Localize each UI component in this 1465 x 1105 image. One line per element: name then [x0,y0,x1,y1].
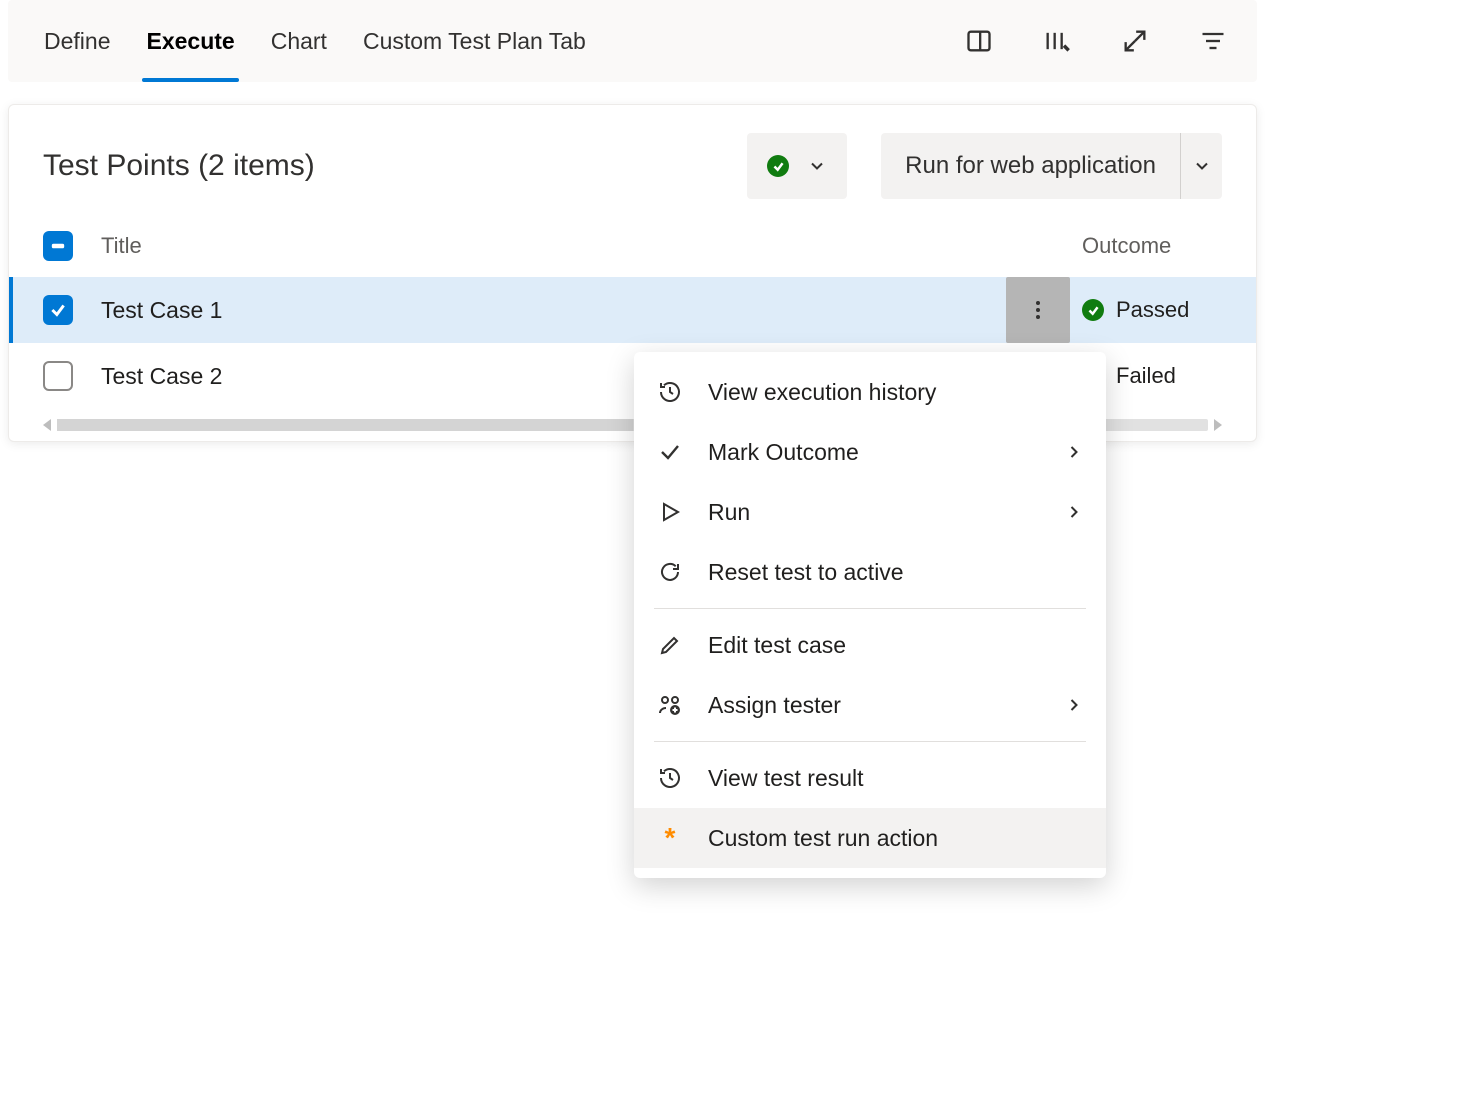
chevron-right-icon [1064,502,1084,522]
select-all-checkbox[interactable] [43,231,73,261]
row-checkbox[interactable] [43,361,73,391]
row-outcome-label: Failed [1116,363,1176,389]
columns-icon[interactable] [1041,25,1073,57]
history-icon [656,764,684,792]
row-more-actions-button[interactable] [1006,277,1070,343]
chevron-right-icon [1064,695,1084,715]
run-dropdown-button[interactable] [1180,133,1222,199]
menu-view-result[interactable]: View test result [634,748,1106,808]
history-icon [656,378,684,406]
menu-label: Assign tester [708,692,1040,719]
menu-label: Run [708,499,1040,526]
menu-edit[interactable]: Edit test case [634,615,1106,675]
menu-label: Custom test run action [708,825,1084,852]
tab-custom[interactable]: Custom Test Plan Tab [345,0,604,82]
run-button[interactable]: Run for web application [881,133,1180,199]
custom-action-icon: * [656,824,684,852]
assign-person-icon [656,691,684,719]
tab-define[interactable]: Define [26,0,128,82]
refresh-icon [656,558,684,586]
row-title: Test Case 1 [101,297,1006,324]
panel-title: Test Points (2 items) [43,149,315,183]
outcome-dropdown-button[interactable] [747,133,847,199]
chevron-down-icon [1192,156,1212,176]
passed-icon [1082,299,1104,321]
check-icon [656,438,684,466]
table-row[interactable]: Test Case 1 Passed [9,277,1256,343]
tab-execute[interactable]: Execute [128,0,252,82]
menu-separator [654,741,1086,742]
menu-reset[interactable]: Reset test to active [634,542,1106,602]
tab-bar: Define Execute Chart Custom Test Plan Ta… [8,0,1257,82]
play-icon [656,498,684,526]
row-outcome-label: Passed [1116,297,1189,323]
chevron-right-icon [1064,442,1084,462]
passed-icon [767,155,789,177]
filter-icon[interactable] [1197,25,1229,57]
menu-assign-tester[interactable]: Assign tester [634,675,1106,735]
chevron-down-icon [807,156,827,176]
fullscreen-icon[interactable] [1119,25,1151,57]
menu-mark-outcome[interactable]: Mark Outcome [634,422,1106,482]
tab-chart[interactable]: Chart [253,0,345,82]
menu-label: Mark Outcome [708,439,1040,466]
menu-label: View execution history [708,379,1084,406]
pencil-icon [656,631,684,659]
column-header-outcome[interactable]: Outcome [1082,233,1222,259]
toggle-panel-icon[interactable] [963,25,995,57]
menu-custom-action[interactable]: * Custom test run action [634,808,1106,868]
menu-label: View test result [708,765,1084,792]
column-header-title[interactable]: Title [101,233,1082,259]
menu-label: Edit test case [708,632,1084,659]
row-context-menu: View execution history Mark Outcome Run [634,352,1106,878]
menu-separator [654,608,1086,609]
more-vertical-icon [1026,298,1050,322]
menu-view-history[interactable]: View execution history [634,362,1106,422]
row-checkbox[interactable] [43,295,73,325]
menu-run[interactable]: Run [634,482,1106,542]
menu-label: Reset test to active [708,559,1084,586]
